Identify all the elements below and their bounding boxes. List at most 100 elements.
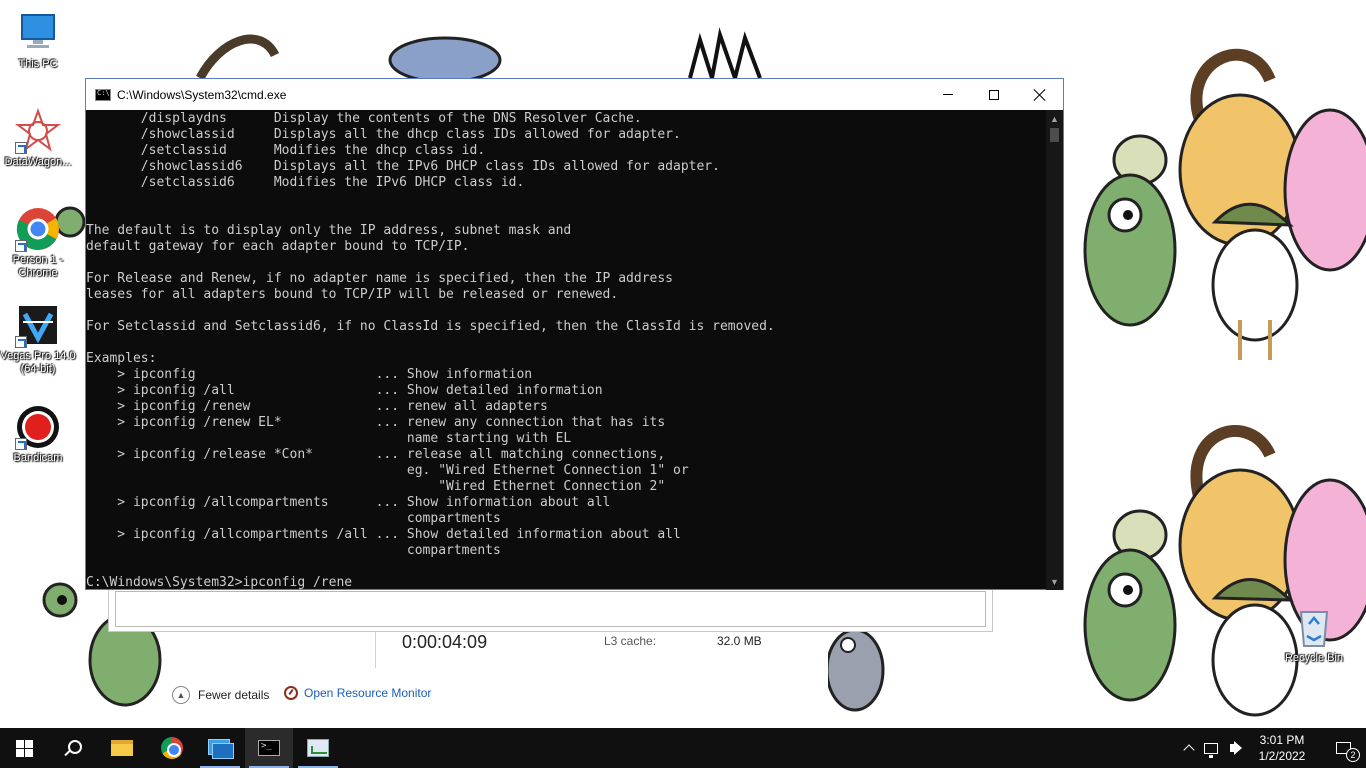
recycle-bin-icon: [1291, 604, 1337, 650]
monitor-icon: [15, 10, 61, 56]
console-line: compartments: [86, 511, 501, 526]
task-manager-window[interactable]: [108, 586, 993, 632]
close-icon: [1034, 89, 1046, 101]
console-line: > ipconfig /renew ... renew all adapters: [86, 399, 548, 414]
desktop-icon-vegas-pro[interactable]: Vegas Pro 14.0 (64-bit): [0, 302, 76, 376]
desktop-icon-recycle-bin[interactable]: Recycle Bin: [1276, 604, 1352, 665]
desktop-icon-label: DataWagon...: [4, 156, 72, 168]
cmd-app-icon[interactable]: [95, 88, 111, 101]
console-line: name starting with EL: [86, 431, 572, 446]
taskbar-task-manager[interactable]: [294, 728, 342, 768]
fewer-details-label: Fewer details: [198, 688, 270, 702]
console-line: eg. "Wired Ethernet Connection 1" or: [86, 463, 689, 478]
console-line: > ipconfig /release *Con* ... release al…: [86, 447, 666, 462]
console-line: Examples:: [86, 351, 157, 366]
shortcut-arrow-icon: [15, 438, 27, 450]
shortcut-arrow-icon: [15, 336, 27, 348]
datawagon-icon: [15, 108, 61, 154]
open-resource-monitor-link[interactable]: Open Resource Monitor: [284, 686, 431, 700]
clock-date: 1/2/2022: [1258, 749, 1306, 763]
minimize-icon: [943, 94, 953, 95]
desktop-icon-this-pc[interactable]: This PC: [0, 10, 76, 71]
task-view-icon: [208, 739, 234, 759]
desktop-icon-label: Person 1 - Chrome: [12, 254, 64, 279]
console-line: C:\Windows\System32>ipconfig /rene: [86, 575, 353, 590]
console-line: /displaydns Display the contents of the …: [86, 111, 642, 126]
desktop-icon-label: Recycle Bin: [1284, 652, 1344, 664]
resource-monitor-icon: [284, 686, 298, 700]
maximize-icon: [989, 89, 999, 100]
bandicam-icon: [15, 404, 61, 450]
l3-cache-value: 32.0 MB: [717, 634, 762, 648]
console-line: For Release and Renew, if no adapter nam…: [86, 271, 673, 286]
taskbar-file-explorer[interactable]: [98, 728, 146, 768]
maximize-button[interactable]: [971, 79, 1017, 110]
console-line: /showclassid Displays all the dhcp class…: [86, 127, 681, 142]
l3-cache-label: L3 cache:: [604, 634, 657, 648]
scroll-up-button[interactable]: ▲: [1046, 110, 1063, 127]
close-button[interactable]: [1017, 79, 1063, 110]
shortcut-arrow-icon: [15, 240, 27, 252]
task-manager-icon: [307, 739, 329, 757]
scrollbar-thumb[interactable]: [1050, 128, 1059, 142]
clock-time: 3:01 PM: [1259, 733, 1305, 747]
taskbar: 3:01 PM 1/2/2022 2: [0, 728, 1366, 768]
console-output[interactable]: /displaydns Display the contents of the …: [86, 110, 1048, 590]
desktop-icon-bandicam[interactable]: Bandicam: [0, 404, 76, 465]
desktop-icon-datawagon[interactable]: DataWagon...: [0, 108, 76, 169]
console-line: compartments: [86, 543, 501, 558]
taskbar-chrome[interactable]: [148, 728, 196, 768]
window-title: C:\Windows\System32\cmd.exe: [117, 87, 287, 102]
console-line: leases for all adapters bound to TCP/IP …: [86, 287, 619, 302]
console-line: /setclassid6 Modifies the IPv6 DHCP clas…: [86, 175, 525, 190]
show-hidden-icons-button[interactable]: [1178, 728, 1200, 768]
console-line: "Wired Ethernet Connection 2": [86, 479, 666, 494]
folder-icon: [111, 740, 133, 756]
desktop-icon-label: Bandicam: [13, 452, 63, 464]
vegas-icon: [15, 302, 61, 348]
search-icon: [64, 740, 82, 756]
windows-logo-icon: [15, 739, 33, 757]
console-line: default gateway for each adapter bound t…: [86, 239, 470, 254]
fewer-details-button[interactable]: ▲ Fewer details: [172, 686, 269, 704]
task-manager-frame: [115, 591, 986, 627]
vertical-scrollbar[interactable]: ▲ ▼: [1046, 110, 1063, 590]
task-manager-performance-panel: 0:00:04:09 L3 cache: 32.0 MB ▲ Fewer det…: [164, 632, 828, 720]
divider: [375, 632, 376, 668]
chevron-up-icon: [1183, 744, 1195, 756]
chevron-up-icon: ▲: [172, 686, 190, 704]
cmd-titlebar[interactable]: C:\Windows\System32\cmd.exe: [86, 79, 1063, 110]
volume-button[interactable]: [1222, 728, 1244, 768]
search-button[interactable]: [48, 728, 96, 768]
action-center-button[interactable]: 2: [1320, 728, 1366, 768]
console-line: > ipconfig /allcompartments ... Show inf…: [86, 495, 611, 510]
chrome-icon: [15, 206, 61, 252]
console-line: /showclassid6 Displays all the IPv6 DHCP…: [86, 159, 720, 174]
taskbar-cmd[interactable]: [245, 728, 293, 768]
system-tray: 3:01 PM 1/2/2022 2: [1178, 728, 1366, 768]
clock[interactable]: 3:01 PM 1/2/2022: [1244, 732, 1320, 764]
shortcut-arrow-icon: [15, 142, 27, 154]
cmd-icon: [258, 740, 280, 756]
minimize-button[interactable]: [925, 79, 971, 110]
taskbar-task-view[interactable]: [196, 728, 244, 768]
start-button[interactable]: [0, 728, 48, 768]
open-resource-monitor-label: Open Resource Monitor: [304, 686, 432, 700]
desktop-icon-label: This PC: [18, 58, 58, 70]
console-line: /setclassid Modifies the dhcp class id.: [86, 143, 486, 158]
desktop-icon-label: Vegas Pro 14.0 (64-bit): [0, 350, 76, 375]
scroll-down-button[interactable]: ▼: [1046, 573, 1063, 590]
desktop-icon-chrome[interactable]: Person 1 - Chrome: [0, 206, 76, 280]
console-line: For Setclassid and Setclassid6, if no Cl…: [86, 319, 775, 334]
cmd-window[interactable]: C:\Windows\System32\cmd.exe /displaydns …: [85, 78, 1064, 590]
console-line: > ipconfig /allcompartments /all ... Sho…: [86, 527, 681, 542]
notification-count-badge: 2: [1346, 748, 1360, 762]
network-button[interactable]: [1200, 728, 1222, 768]
console-line: The default is to display only the IP ad…: [86, 223, 572, 238]
